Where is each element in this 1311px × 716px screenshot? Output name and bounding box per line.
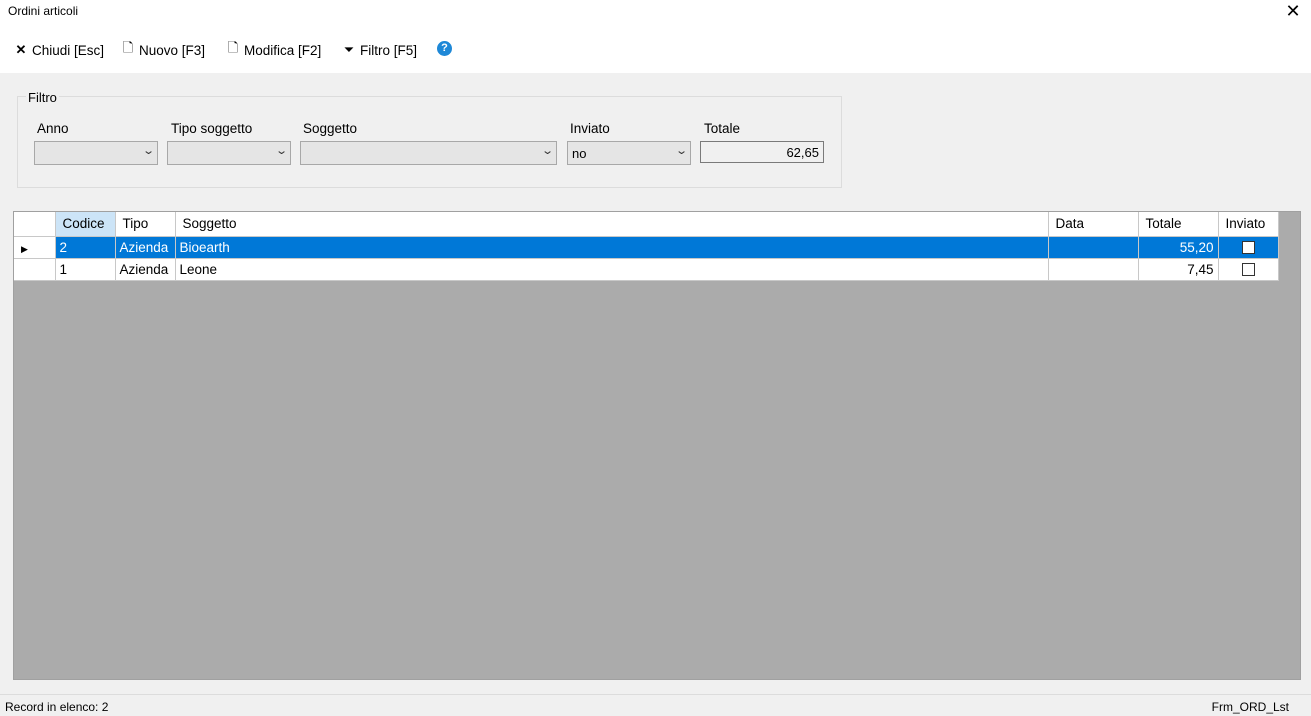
close-button-label: Chiudi [Esc] <box>32 42 105 58</box>
column-header-totale[interactable]: Totale <box>1138 212 1219 237</box>
cell-totale[interactable]: 7,45 <box>1138 258 1219 281</box>
cell-totale[interactable]: 55,20 <box>1138 236 1219 259</box>
column-header-tipo[interactable]: Tipo <box>115 212 176 237</box>
orders-table: Codice Tipo Soggetto Data Totale Inviato… <box>14 212 1279 281</box>
anno-label: Anno <box>37 121 69 136</box>
window-close-button[interactable]: ✕ <box>1283 0 1303 22</box>
edit-button-label: Modifica [F2] <box>244 42 322 58</box>
chevron-down-icon: ⌄ <box>141 145 155 157</box>
cell-tipo[interactable]: Azienda <box>115 258 176 281</box>
anno-combo[interactable]: ⌄ <box>34 141 158 165</box>
inviato-checkbox[interactable] <box>1241 241 1255 255</box>
row-header[interactable] <box>14 258 56 281</box>
cell-codice[interactable]: 2 <box>55 236 116 259</box>
status-bar: Record in elenco: 2 Frm_ORD_Lst <box>0 694 1311 716</box>
soggetto-label: Soggetto <box>303 121 358 136</box>
window-title: Ordini articoli <box>8 4 79 18</box>
header-row: Codice Tipo Soggetto Data Totale Inviato <box>14 212 1279 237</box>
table-row[interactable]: ▶ 2 Azienda Bioearth 55,20 <box>14 236 1279 259</box>
cell-data[interactable] <box>1048 236 1139 259</box>
column-header-inviato[interactable]: Inviato <box>1218 212 1279 237</box>
new-button[interactable]: 🗋 Nuovo [F3] <box>119 40 205 60</box>
cell-inviato[interactable] <box>1218 236 1279 259</box>
filter-button-label: Filtro [F5] <box>360 42 418 58</box>
inviato-checkbox[interactable] <box>1241 263 1255 277</box>
tipo-soggetto-label: Tipo soggetto <box>171 121 253 136</box>
chevron-down-icon: ⌄ <box>540 145 554 157</box>
row-pointer-icon: ▶ <box>21 243 28 254</box>
edit-document-icon: 🗋 <box>227 40 239 55</box>
close-icon: ✕ <box>15 42 27 57</box>
cell-soggetto[interactable]: Bioearth <box>175 236 1049 259</box>
inviato-value: no <box>572 146 587 161</box>
help-icon[interactable]: ? <box>437 41 452 56</box>
cell-codice[interactable]: 1 <box>55 258 116 281</box>
inviato-combo[interactable]: no ⌄ <box>567 141 691 165</box>
form-name: Frm_ORD_Lst <box>1211 700 1289 714</box>
column-header-soggetto[interactable]: Soggetto <box>175 212 1049 237</box>
row-header-corner <box>14 212 56 237</box>
cell-soggetto[interactable]: Leone <box>175 258 1049 281</box>
new-button-label: Nuovo [F3] <box>139 42 206 58</box>
table-row[interactable]: 1 Azienda Leone 7,45 <box>14 258 1279 281</box>
cell-inviato[interactable] <box>1218 258 1279 281</box>
chevron-down-icon: ⌄ <box>274 145 288 157</box>
new-document-icon: 🗋 <box>122 40 134 55</box>
totale-field: 62,65 <box>700 141 824 163</box>
column-header-data[interactable]: Data <box>1048 212 1139 237</box>
record-count: Record in elenco: 2 <box>5 700 109 714</box>
filter-icon: ⏷ <box>343 42 355 57</box>
filter-legend: Filtro <box>26 90 59 105</box>
toolbar: ✕ Chiudi [Esc] 🗋 Nuovo [F3] 🗋 Modifica [… <box>0 28 1311 73</box>
column-header-codice[interactable]: Codice <box>55 212 116 237</box>
inviato-label: Inviato <box>570 121 610 136</box>
chevron-down-icon: ⌄ <box>674 145 688 157</box>
soggetto-combo[interactable]: ⌄ <box>300 141 557 165</box>
edit-button[interactable]: 🗋 Modifica [F2] <box>224 40 322 60</box>
title-bar: Ordini articoli ✕ <box>0 0 1311 28</box>
filter-button[interactable]: ⏷ Filtro [F5] <box>340 40 417 60</box>
cell-data[interactable] <box>1048 258 1139 281</box>
row-header[interactable]: ▶ <box>14 236 56 259</box>
orders-grid[interactable]: Codice Tipo Soggetto Data Totale Inviato… <box>13 211 1301 680</box>
cell-tipo[interactable]: Azienda <box>115 236 176 259</box>
totale-label: Totale <box>704 121 741 136</box>
tipo-soggetto-combo[interactable]: ⌄ <box>167 141 291 165</box>
close-button[interactable]: ✕ Chiudi [Esc] <box>12 40 104 60</box>
